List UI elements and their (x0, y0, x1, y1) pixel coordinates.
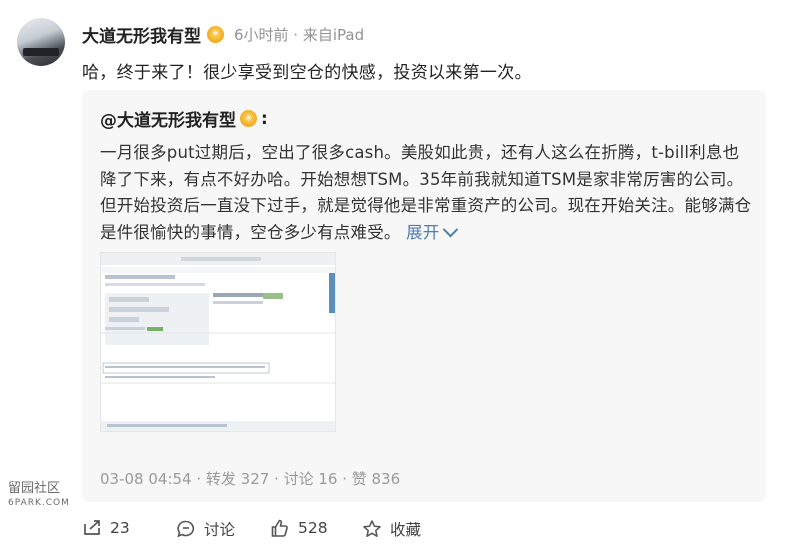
comment-icon (177, 520, 195, 538)
like-count: 528 (298, 519, 328, 537)
post-meta: 6小时前 · 来自iPad (234, 25, 365, 44)
comment-button[interactable]: 讨论 (176, 518, 235, 540)
quoted-author[interactable]: @大道无形我有型 (100, 106, 236, 131)
sun-badge-icon: ☀ (240, 110, 257, 127)
comment-label: 讨论 (204, 521, 236, 539)
action-bar: 23 讨论 528 收藏 (0, 512, 800, 546)
favorite-label: 收藏 (390, 521, 422, 539)
favorite-button[interactable]: 收藏 (362, 518, 421, 540)
watermark: 留园社区 6PARK.COM (8, 482, 70, 510)
watermark-line2: 6PARK.COM (8, 498, 70, 508)
like-button[interactable]: 528 (270, 518, 328, 538)
thumbs-up-icon (271, 519, 288, 537)
repost-icon (84, 520, 100, 535)
quoted-colon: : (261, 108, 268, 129)
repost-count: 23 (110, 519, 130, 537)
username[interactable]: 大道无形我有型 (82, 22, 201, 47)
repost-button[interactable]: 23 (82, 518, 130, 538)
quoted-author-row: @大道无形我有型 ☀ : (100, 106, 268, 132)
quoted-stats: 03-08 04:54 · 转发 327 · 讨论 16 · 赞 836 (100, 470, 401, 488)
sun-badge-icon: ☀ (207, 25, 224, 43)
attached-screenshot-thumbnail[interactable] (100, 252, 336, 432)
star-icon (363, 520, 381, 537)
avatar[interactable] (17, 18, 65, 66)
quoted-post[interactable]: @大道无形我有型 ☀ : 一月很多put过期后，空出了很多cash。美股如此贵，… (82, 90, 766, 502)
expand-label[interactable]: 展开 (406, 223, 439, 242)
expand-link[interactable]: 展开 (406, 221, 459, 242)
chevron-down-icon (443, 221, 459, 237)
post-header: 大道无形我有型 ☀ 6小时前 · 来自iPad (82, 22, 365, 47)
screenshot-image (101, 253, 335, 431)
post-text: 哈，终于来了！很少享受到空仓的快感，投资以来第一次。 (82, 63, 532, 83)
quoted-text: 一月很多put过期后，空出了很多cash。美股如此贵，还有人这么在折腾，t-bi… (100, 140, 754, 246)
watermark-line1: 留园社区 (8, 481, 61, 496)
